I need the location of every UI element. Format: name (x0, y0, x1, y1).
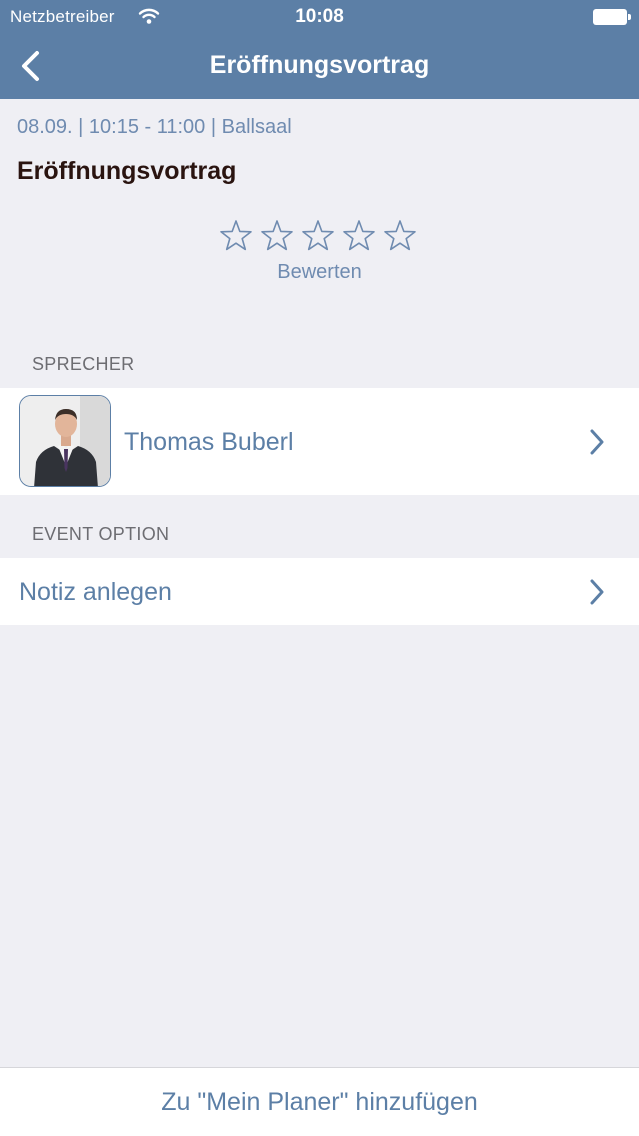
star-icon[interactable] (218, 218, 254, 254)
event-meta: 08.09. | 10:15 - 11:00 | Ballsaal (17, 116, 292, 138)
add-to-planner-button[interactable]: Zu "Mein Planer" hinzufügen (0, 1067, 639, 1136)
speaker-row[interactable]: Thomas Buberl (0, 388, 639, 495)
speaker-photo (20, 396, 110, 486)
event-detail-screen: Netzbetreiber 10:08 Eröffnungsvortrag 08… (0, 0, 639, 1136)
add-note-row[interactable]: Notiz anlegen (0, 558, 639, 625)
star-icon[interactable] (300, 218, 336, 254)
section-header-speakers: SPRECHER (32, 354, 135, 374)
speaker-name: Thomas Buberl (124, 428, 294, 456)
navigation-bar: Eröffnungsvortrag (0, 34, 639, 99)
event-title: Eröffnungsvortrag (17, 157, 237, 185)
status-bar: Netzbetreiber 10:08 (0, 0, 639, 34)
battery-icon (593, 9, 631, 25)
rate-button[interactable]: Bewerten (0, 261, 639, 284)
status-time: 10:08 (295, 6, 344, 27)
rating-stars (218, 218, 418, 258)
add-note-label: Notiz anlegen (19, 578, 172, 606)
chevron-right-icon (590, 429, 604, 455)
section-header-event-option: EVENT OPTION (32, 524, 170, 544)
star-icon[interactable] (259, 218, 295, 254)
star-icon[interactable] (341, 218, 377, 254)
top-bar: Netzbetreiber 10:08 Eröffnungsvortrag (0, 0, 639, 99)
nav-title: Eröffnungsvortrag (209, 51, 430, 79)
star-icon[interactable] (382, 218, 418, 254)
speaker-avatar (19, 395, 111, 487)
chevron-right-icon (590, 579, 604, 605)
